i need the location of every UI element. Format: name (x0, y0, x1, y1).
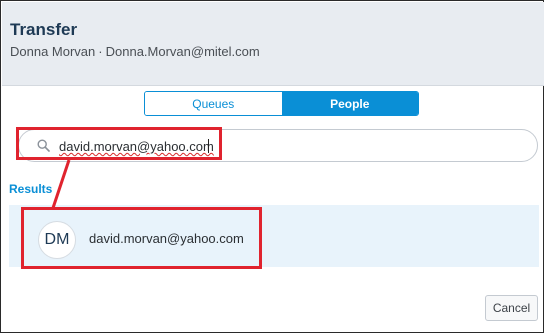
annotation-highlight-result (21, 207, 262, 269)
annotation-highlight-search (16, 127, 222, 160)
cancel-button[interactable]: Cancel (485, 295, 538, 321)
transfer-dialog: Transfer Donna Morvan · Donna.Morvan@mitel… (0, 0, 544, 333)
caller-info: Donna Morvan · Donna.Morvan@mitel.com (10, 44, 260, 59)
dialog-title: Transfer (10, 20, 78, 39)
caller-name: Donna Morvan (10, 44, 96, 59)
caller-email: Donna.Morvan@mitel.com (105, 44, 260, 59)
transfer-type-toggle: Queues People (144, 91, 419, 116)
results-heading: Results (9, 182, 53, 196)
dialog-header: Transfer Donna Morvan · Donna.Morvan@mitel… (2, 2, 544, 86)
tab-people[interactable]: People (281, 92, 418, 115)
caller-separator: · (98, 44, 103, 59)
tab-queues[interactable]: Queues (145, 92, 282, 115)
